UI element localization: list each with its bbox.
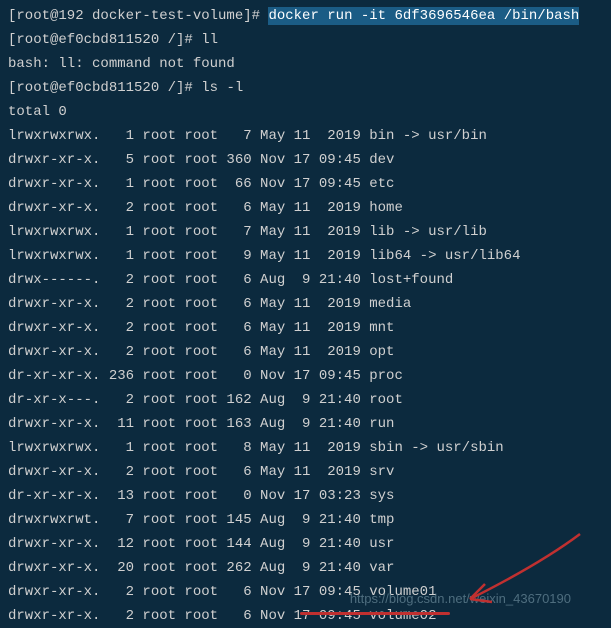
command-text: ls -l — [201, 80, 243, 96]
ls-row: drwxr-xr-x. 2 root root 6 May 11 2019 op… — [8, 340, 603, 364]
shell-prompt: [root@ef0cbd811520 /]# — [8, 80, 201, 96]
ls-row: dr-xr-x---. 2 root root 162 Aug 9 21:40 … — [8, 388, 603, 412]
ls-row: lrwxrwxrwx. 1 root root 8 May 11 2019 sb… — [8, 436, 603, 460]
ls-row: drwxr-xr-x. 11 root root 163 Aug 9 21:40… — [8, 412, 603, 436]
ls-row: drwxr-xr-x. 5 root root 360 Nov 17 09:45… — [8, 148, 603, 172]
shell-prompt: [root@192 docker-test-volume]# — [8, 8, 268, 24]
ls-row: drwxr-xr-x. 2 root root 6 May 11 2019 me… — [8, 292, 603, 316]
ls-row: dr-xr-xr-x. 13 root root 0 Nov 17 03:23 … — [8, 484, 603, 508]
ls-row: drwxr-xr-x. 2 root root 6 May 11 2019 ho… — [8, 196, 603, 220]
ls-row: drwxr-xr-x. 1 root root 66 Nov 17 09:45 … — [8, 172, 603, 196]
ls-row: drwx------. 2 root root 6 Aug 9 21:40 lo… — [8, 268, 603, 292]
command-highlight: docker run -it 6df3696546ea /bin/bash — [268, 7, 579, 25]
ls-row: dr-xr-xr-x. 236 root root 0 Nov 17 09:45… — [8, 364, 603, 388]
terminal-line[interactable]: [root@ef0cbd811520 /]# ls -l — [8, 76, 603, 100]
ls-row: drwxr-xr-x. 2 root root 6 May 11 2019 sr… — [8, 460, 603, 484]
annotation-underline — [300, 612, 450, 615]
ls-row: drwxr-xr-x. 2 root root 6 May 11 2019 mn… — [8, 316, 603, 340]
terminal-line[interactable]: [root@ef0cbd811520 /]# ll — [8, 28, 603, 52]
terminal-line[interactable]: [root@192 docker-test-volume]# docker ru… — [8, 4, 603, 28]
terminal-output: bash: ll: command not found — [8, 52, 603, 76]
command-text: ll — [201, 32, 218, 48]
ls-row: lrwxrwxrwx. 1 root root 7 May 11 2019 bi… — [8, 124, 603, 148]
shell-prompt: [root@ef0cbd811520 /]# — [8, 32, 201, 48]
ls-row: lrwxrwxrwx. 1 root root 9 May 11 2019 li… — [8, 244, 603, 268]
ls-row: lrwxrwxrwx. 1 root root 7 May 11 2019 li… — [8, 220, 603, 244]
terminal-output: total 0 — [8, 100, 603, 124]
annotation-arrow — [440, 524, 600, 624]
